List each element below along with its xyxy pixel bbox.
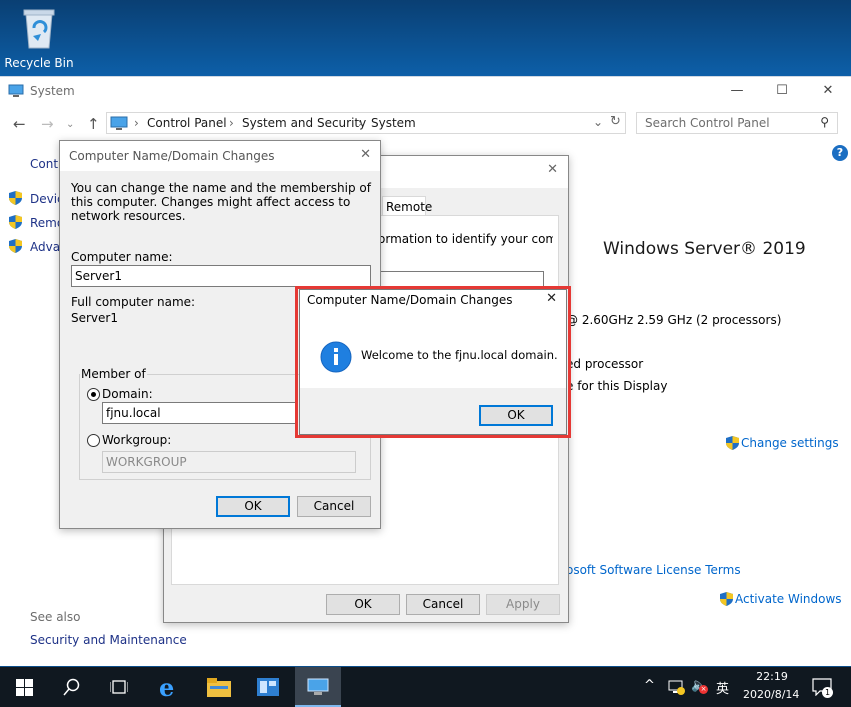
help-icon[interactable]: ? <box>832 145 848 161</box>
welcome-dialog-title: Computer Name/Domain Changes <box>307 293 513 307</box>
workgroup-field[interactable]: WORKGROUP <box>102 451 356 473</box>
processor-info: @ 2.60GHz 2.59 GHz (2 processors) <box>566 313 782 327</box>
recent-dropdown-icon[interactable]: ⌄ <box>66 119 74 130</box>
shield-icon <box>9 215 22 229</box>
system-window-icon <box>307 678 329 695</box>
maximize-button[interactable]: ☐ <box>759 77 805 105</box>
computer-name-label: Computer name: <box>71 250 173 264</box>
ok-button[interactable]: OK <box>479 405 553 426</box>
domain-label: Domain: <box>102 387 153 401</box>
shield-icon <box>9 191 22 205</box>
window-titlebar[interactable]: System — ☐ ✕ <box>0 77 851 105</box>
security-maintenance-link[interactable]: Security and Maintenance <box>30 633 187 647</box>
clock-time[interactable]: 22:19 <box>747 670 797 683</box>
window-title: System <box>30 84 75 98</box>
see-also-heading: See also <box>30 610 81 624</box>
recycle-bin-label: Recycle Bin <box>4 56 74 70</box>
internet-explorer-icon[interactable]: e <box>159 673 174 702</box>
computer-name-field[interactable]: Server1 <box>71 265 371 287</box>
breadcrumb-system-security[interactable]: System and Security <box>242 116 366 130</box>
shield-icon <box>720 592 733 606</box>
shield-icon <box>726 436 739 450</box>
minimize-button[interactable]: — <box>714 77 760 105</box>
close-icon[interactable]: ✕ <box>546 291 557 306</box>
refresh-icon[interactable]: ↻ <box>610 114 621 129</box>
start-windows-icon[interactable] <box>16 679 33 696</box>
sidebar-advanced-settings[interactable]: Adva <box>30 240 60 254</box>
file-explorer-icon[interactable] <box>207 678 231 697</box>
activate-windows-link[interactable]: Activate Windows <box>735 592 842 606</box>
search-placeholder: Search Control Panel <box>645 116 770 130</box>
change-settings-link[interactable]: Change settings <box>741 436 839 450</box>
ok-button[interactable]: OK <box>216 496 290 517</box>
close-icon[interactable]: ✕ <box>360 147 371 162</box>
recycle-bin[interactable]: Recycle Bin <box>4 6 74 70</box>
license-terms-link[interactable]: osoft Software License Terms <box>566 563 741 577</box>
workgroup-radio[interactable] <box>87 434 100 447</box>
shield-icon <box>9 239 22 253</box>
cancel-button[interactable]: Cancel <box>297 496 371 517</box>
info-icon <box>320 341 352 373</box>
member-of-label: Member of <box>80 367 147 381</box>
breadcrumb-system[interactable]: System <box>371 116 416 130</box>
computer-name-titlebar[interactable]: Computer Name/Domain Changes ✕ <box>60 141 380 171</box>
desktop-background <box>0 0 851 76</box>
search-icon[interactable] <box>63 678 81 696</box>
cancel-button[interactable]: Cancel <box>406 594 480 615</box>
full-name-value: Server1 <box>71 311 118 325</box>
search-input[interactable]: Search Control Panel ⚲ <box>636 112 838 134</box>
domain-field[interactable]: fjnu.local <box>102 402 298 424</box>
volume-muted-badge: × <box>699 685 708 694</box>
ok-button[interactable]: OK <box>326 594 400 615</box>
server-manager-icon[interactable] <box>257 678 279 696</box>
windows-edition: Windows Server® 2019 <box>603 239 806 259</box>
address-bar[interactable]: › Control Panel › System and Security › … <box>106 112 626 134</box>
description-text: ormation to identify your computer <box>378 232 553 246</box>
forward-arrow-icon[interactable]: → <box>41 115 54 133</box>
pen-touch-info: e for this Display <box>566 379 668 393</box>
close-icon[interactable]: ✕ <box>547 162 558 177</box>
control-panel-icon <box>110 116 128 130</box>
network-icon[interactable] <box>668 680 685 695</box>
back-arrow-icon[interactable]: ← <box>13 115 26 133</box>
taskbar: e ^ 🔈 × 英 22:19 2020/8/14 1 <box>0 667 851 707</box>
breadcrumb-control-panel[interactable]: Control Panel <box>147 116 227 130</box>
notification-count-badge: 1 <box>822 687 833 698</box>
system-type-info: ed processor <box>566 357 644 371</box>
workgroup-label: Workgroup: <box>102 433 172 447</box>
up-arrow-icon[interactable]: ↑ <box>87 115 100 133</box>
domain-radio[interactable] <box>87 388 100 401</box>
computer-icon <box>8 84 24 97</box>
dialog-description: You can change the name and the membersh… <box>71 181 371 223</box>
recycle-bin-icon <box>20 6 58 50</box>
search-icon: ⚲ <box>820 115 829 129</box>
task-view-icon[interactable] <box>110 679 128 695</box>
apply-button[interactable]: Apply <box>486 594 560 615</box>
show-hidden-icons-icon[interactable]: ^ <box>644 678 655 693</box>
ime-indicator[interactable]: 英 <box>716 678 729 697</box>
tab-remote[interactable]: Remote <box>382 196 432 216</box>
clock-date[interactable]: 2020/8/14 <box>743 688 799 701</box>
close-button[interactable]: ✕ <box>805 77 851 105</box>
computer-name-dialog-title: Computer Name/Domain Changes <box>69 149 275 163</box>
address-dropdown-icon[interactable]: ⌄ <box>593 115 603 129</box>
welcome-message: Welcome to the fjnu.local domain. <box>361 348 558 362</box>
welcome-dialog: Computer Name/Domain Changes ✕ Welcome t… <box>299 289 567 435</box>
full-name-label: Full computer name: <box>71 295 196 309</box>
